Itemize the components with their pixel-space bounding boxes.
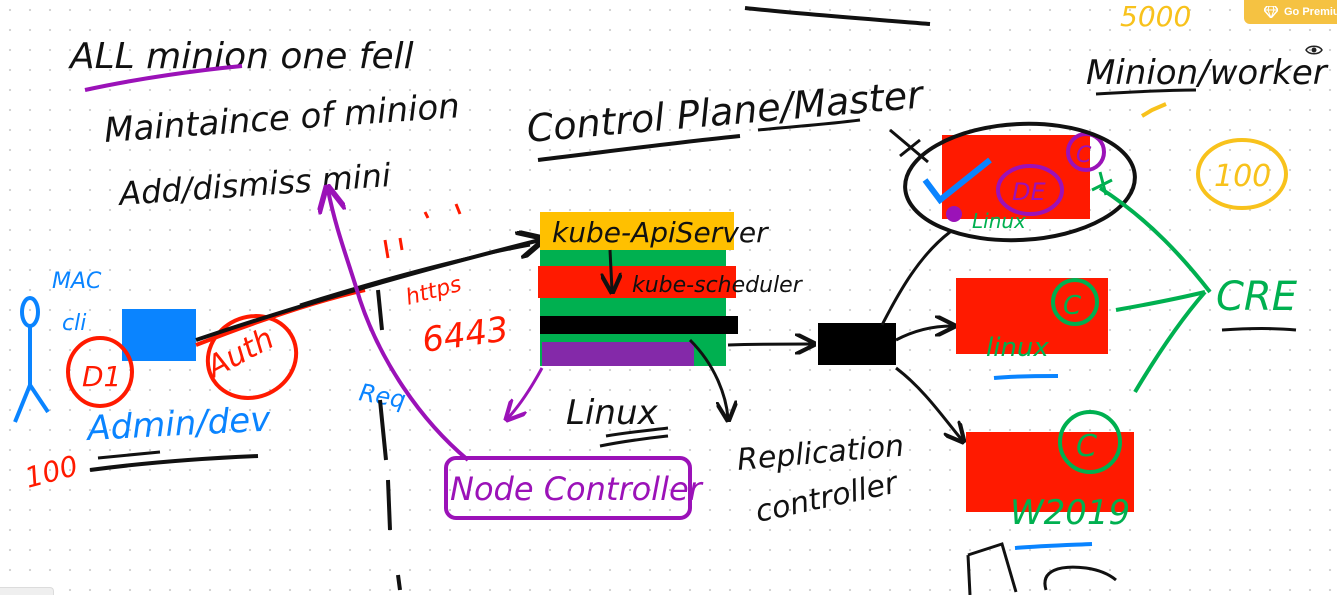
red-ticks	[383, 203, 462, 259]
bottom-arc-sketch	[1043, 565, 1117, 591]
label-scheduler: kube-scheduler	[632, 273, 804, 298]
minion-worker-title: Minion/worker	[1086, 53, 1329, 93]
diamond-icon	[1264, 6, 1278, 18]
worker-hub	[818, 323, 896, 365]
count-100-right: 100	[1214, 159, 1271, 194]
minion-tick	[1140, 102, 1167, 118]
node-1-label: Linux	[972, 209, 1026, 233]
go-premium-label: Go Premium	[1284, 6, 1337, 18]
label-apiserver: kube-ApiServer	[552, 216, 769, 249]
label-admin-dev: Admin/dev	[84, 399, 272, 449]
label-d1: D1	[82, 360, 121, 393]
label-https: https	[403, 272, 464, 311]
hub-arrow-bottom	[895, 366, 962, 440]
note-add-dismiss: Add/dismiss mini	[116, 156, 392, 213]
note-maintenance: Maintaince of minion	[103, 86, 461, 151]
linux-underline	[599, 434, 669, 448]
stack-to-worker-arrow	[727, 344, 812, 345]
label-controller: controller	[752, 465, 902, 529]
node-1-cross	[889, 128, 929, 164]
cri-underline	[1221, 327, 1297, 332]
label-cli: cli	[62, 311, 86, 336]
node-2-badge: C	[1063, 291, 1082, 321]
label-cri: CRE	[1216, 274, 1298, 320]
request-line	[195, 288, 366, 347]
label-port-6443: 6443	[420, 309, 511, 361]
cri-brace-top	[1098, 186, 1212, 294]
boundary-line	[376, 289, 402, 591]
purple-bar	[542, 342, 694, 366]
go-premium-button[interactable]: Go Premium	[1244, 0, 1337, 24]
hub-arrow-top	[880, 230, 951, 326]
eye-icon	[1305, 45, 1323, 55]
scheduler-arrow	[610, 249, 612, 290]
note-all-minion: ALL minion one fell	[68, 36, 414, 77]
cri-brace-bottom	[1133, 290, 1207, 394]
node-controller-arrow	[508, 367, 544, 418]
top-scribble	[744, 6, 931, 26]
node-2-underline	[993, 374, 1059, 380]
bottom-left-panel[interactable]	[0, 587, 54, 595]
label-count-100-left: 100	[21, 449, 81, 495]
node-3-badge: C	[1076, 429, 1097, 464]
node-1-dot	[946, 206, 962, 222]
admin-underline	[89, 454, 259, 472]
visibility-toggle[interactable]	[1304, 42, 1324, 58]
black-bar	[540, 316, 738, 334]
node-1-mark: DE	[1012, 178, 1046, 206]
label-mac: MAC	[52, 269, 102, 294]
hub-arrow-mid	[895, 326, 952, 342]
node-3-label: W2019	[1010, 493, 1130, 533]
admin-underline-2	[97, 450, 161, 460]
node-2-label: linux	[986, 333, 1049, 363]
node-3-underline	[1014, 542, 1093, 550]
label-linux-stack: Linux	[566, 393, 658, 433]
label-node-controller: Node Controller	[450, 470, 704, 508]
bottom-box-sketch	[966, 542, 1018, 595]
stick-figure	[13, 296, 50, 423]
count-5000: 5000	[1120, 0, 1191, 33]
node-1-badge: C	[1076, 143, 1092, 168]
client-box	[122, 309, 196, 361]
whiteboard-canvas[interactable]: ALL minion one fell Maintaince of minion…	[0, 0, 1337, 595]
